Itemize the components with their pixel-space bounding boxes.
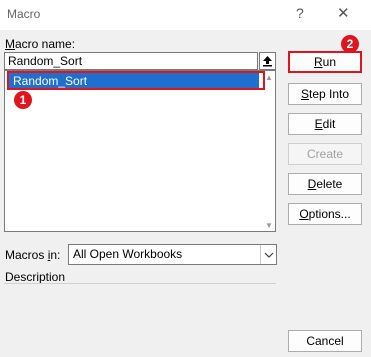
macros-in-value: All Open Workbooks [73,247,183,261]
close-icon[interactable]: ✕ [337,4,350,22]
run-button[interactable]: Run [288,51,362,73]
step-into-button[interactable]: Step Into [288,83,362,105]
scroll-up-icon[interactable]: ▲ [263,73,275,83]
macros-in-label: Macros in: [5,248,61,262]
chevron-down-icon[interactable] [260,245,277,264]
scrollbar[interactable]: ▲ ▼ [263,73,275,231]
annotation-box-1 [7,71,265,90]
title-bar: Macro ? ✕ [0,0,371,30]
macro-name-input[interactable]: Random_Sort [4,52,258,70]
macro-list[interactable]: Random_Sort ▲ ▼ [4,70,276,232]
macro-name-label: Macro name: [5,37,76,51]
options-button[interactable]: Options... [288,203,362,225]
create-button[interactable]: Create [288,143,362,165]
scroll-down-icon[interactable]: ▼ [263,221,275,231]
delete-button[interactable]: Delete [288,173,362,195]
cancel-button[interactable]: Cancel [288,330,362,352]
description-divider [4,283,276,284]
collapse-button[interactable] [259,52,276,70]
arrow-up-icon [263,56,272,67]
window-title: Macro [7,7,41,21]
edit-button[interactable]: Edit [288,113,362,135]
annotation-badge-1: 1 [14,91,32,109]
macros-in-select[interactable]: All Open Workbooks [68,244,277,265]
help-icon[interactable]: ? [296,5,304,21]
description-label: Description [5,270,66,284]
